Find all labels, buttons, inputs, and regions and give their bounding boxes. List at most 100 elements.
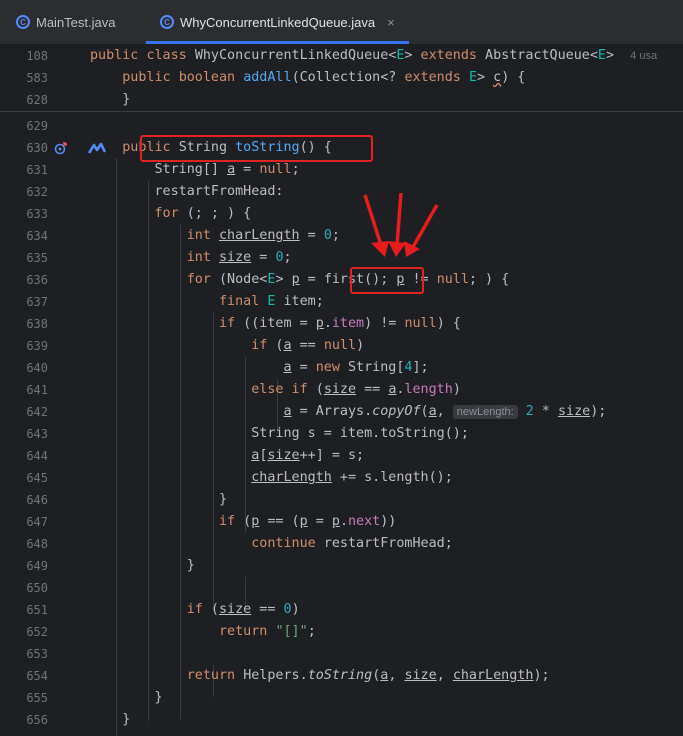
close-icon[interactable]: × xyxy=(387,15,395,30)
code-token: ( xyxy=(307,382,324,397)
code-line[interactable]: 638 if ((item = p.item) != null) { xyxy=(0,313,683,335)
code-token: ; xyxy=(291,162,300,177)
line-number: 583 xyxy=(26,71,48,85)
code-token: restartFromHead; xyxy=(315,536,453,551)
code-token: item xyxy=(331,316,365,331)
code-token: (Collection<? xyxy=(291,70,405,85)
line-number: 108 xyxy=(26,49,48,63)
override-icon[interactable] xyxy=(54,141,68,155)
tab-maintest[interactable]: C MainTest.java xyxy=(16,0,115,44)
code-token: ( xyxy=(235,514,252,529)
code-line[interactable]: 631 String[] a = null; xyxy=(0,159,683,181)
code-line[interactable]: 644 a[size++] = s; xyxy=(0,445,683,467)
code-line[interactable]: 636 for (Node<E> p = first(); p != null;… xyxy=(0,269,683,291)
code-text: a[size++] = s; xyxy=(90,445,364,467)
code-token: copyOf xyxy=(372,404,421,419)
code-token: ( xyxy=(202,602,219,617)
code-text: for (; ; ) { xyxy=(90,203,252,225)
code-token: p xyxy=(315,316,324,331)
code-line[interactable]: 651 if (size == 0) xyxy=(0,599,683,621)
code-text: public boolean addAll(Collection<? exten… xyxy=(90,67,525,89)
line-number: 650 xyxy=(26,581,48,595)
code-line[interactable]: 649 } xyxy=(0,555,683,577)
code-line[interactable]: 648 continue restartFromHead; xyxy=(0,533,683,555)
line-number: 632 xyxy=(26,185,48,199)
code-line[interactable]: 646 } xyxy=(0,489,683,511)
code-token: size xyxy=(558,404,591,419)
tab-whyconcurrentlinkedqueue[interactable]: C WhyConcurrentLinkedQueue.java × xyxy=(146,0,409,44)
code-token: a xyxy=(283,360,292,375)
code-line[interactable]: 639 if (a == null) xyxy=(0,335,683,357)
code-line[interactable]: 643 String s = item.toString(); xyxy=(0,423,683,445)
code-line[interactable]: 629 xyxy=(0,115,683,137)
highlight-box-tostring xyxy=(140,135,373,162)
red-arrows xyxy=(363,193,439,257)
code-line[interactable]: 635 int size = 0; xyxy=(0,247,683,269)
code-token: ) xyxy=(356,338,365,353)
code-token: ; ) { xyxy=(468,272,510,287)
code-line[interactable]: 632 restartFromHead: xyxy=(0,181,683,203)
code-token: p xyxy=(331,514,340,529)
sticky-scroll-header[interactable]: 108 public class WhyConcurrentLinkedQueue… xyxy=(0,45,683,112)
code-text: if (a == null) xyxy=(90,335,364,357)
code-line[interactable]: 653 xyxy=(0,643,683,665)
code-line[interactable]: 647 if (p == (p = p.next)) xyxy=(0,511,683,533)
line-number: 638 xyxy=(26,317,48,331)
sticky-line[interactable]: 108 public class WhyConcurrentLinkedQueue… xyxy=(0,45,683,67)
code-line[interactable]: 652 return "[]"; xyxy=(0,621,683,643)
code-token: } xyxy=(90,712,131,727)
code-token: == ( xyxy=(259,514,300,529)
code-token: ; xyxy=(331,228,340,243)
code-token: , xyxy=(436,404,453,419)
code-text: String[] a = null; xyxy=(90,159,300,181)
code-text: a = Arrays.copyOf(a, newLength: 2 * size… xyxy=(90,401,606,423)
code-token: WhyConcurrentLinkedQueue< xyxy=(194,48,397,63)
code-token: ) { xyxy=(501,70,526,85)
code-token: } xyxy=(90,558,195,573)
line-number: 648 xyxy=(26,537,48,551)
code-token: } xyxy=(90,92,131,107)
code-token: } xyxy=(90,492,228,507)
code-text: if ((item = p.item) != null) { xyxy=(90,313,461,335)
line-number: 634 xyxy=(26,229,48,243)
sticky-line[interactable]: 628 } xyxy=(0,89,683,111)
java-class-icon: C xyxy=(160,15,174,29)
code-line[interactable]: 642 a = Arrays.copyOf(a, newLength: 2 * … xyxy=(0,401,683,423)
code-text: String s = item.toString(); xyxy=(90,423,469,445)
code-text: public class WhyConcurrentLinkedQueue<E>… xyxy=(90,45,657,67)
code-token: "[]" xyxy=(275,624,308,639)
code-line[interactable]: 656 } xyxy=(0,709,683,731)
code-token: * xyxy=(533,404,558,419)
code-text: restartFromHead: xyxy=(90,181,283,203)
code-token: , xyxy=(388,668,405,683)
code-line[interactable]: 645 charLength += s.length(); xyxy=(0,467,683,489)
code-token: for xyxy=(186,272,211,287)
line-number: 636 xyxy=(26,273,48,287)
code-line[interactable]: 633 for (; ; ) { xyxy=(0,203,683,225)
code-token: 0 xyxy=(275,250,284,265)
code-editor[interactable]: 108 public class WhyConcurrentLinkedQueue… xyxy=(0,45,683,736)
code-token: ; xyxy=(307,624,316,639)
code-line[interactable]: 641 else if (size == a.length) xyxy=(0,379,683,401)
code-line[interactable]: 634 int charLength = 0; xyxy=(0,225,683,247)
code-line[interactable]: 654 return Helpers.toString(a, size, cha… xyxy=(0,665,683,687)
implementation-icon[interactable] xyxy=(88,142,106,154)
parameter-hint: newLength: xyxy=(452,405,518,419)
line-number: 654 xyxy=(26,669,48,683)
sticky-line[interactable]: 583 public boolean addAll(Collection<? e… xyxy=(0,67,683,89)
code-line[interactable]: 650 xyxy=(0,577,683,599)
line-number: 631 xyxy=(26,163,48,177)
code-token: length xyxy=(404,382,453,397)
code-line[interactable]: 637 final E item; xyxy=(0,291,683,313)
code-line[interactable]: 640 a = new String[4]; xyxy=(0,357,683,379)
code-text: if (size == 0) xyxy=(90,599,300,621)
code-line[interactable]: 655 } xyxy=(0,687,683,709)
